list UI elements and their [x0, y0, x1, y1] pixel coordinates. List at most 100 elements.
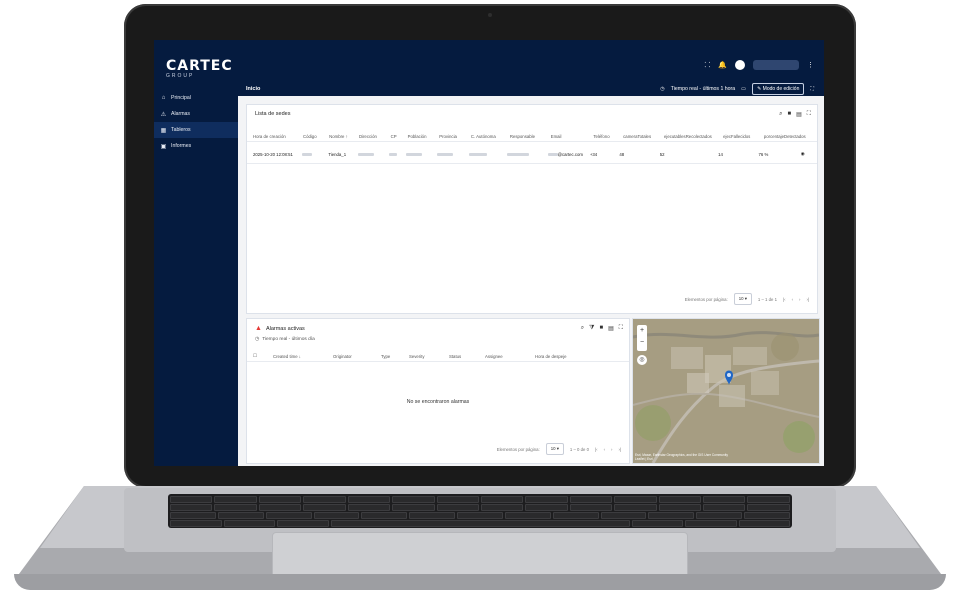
col-header[interactable]: Nombre ↑: [323, 134, 353, 139]
laptop-front-edge: [14, 574, 946, 590]
sidebar-item-tableros[interactable]: ▦ Tableros: [154, 122, 238, 138]
export-icon[interactable]: ▤: [608, 325, 614, 332]
sidebar-item-principal[interactable]: ⌂ Principal: [154, 90, 238, 106]
pager-range: 1 – 0 de 0: [569, 446, 589, 452]
col-header[interactable]: Originator: [327, 354, 375, 359]
cell-fallecidos: 14: [718, 151, 723, 157]
cell-porcentaje: 76 %: [758, 151, 769, 157]
col-header[interactable]: Assignee: [479, 354, 529, 359]
page-size-select[interactable]: 10 ▾: [733, 293, 752, 305]
table-row[interactable]: 2025-10-20 12:08:51 Tienda_1 @cartec.com…: [247, 145, 817, 164]
pager-range: 1 – 1 de 1: [757, 296, 777, 302]
col-header[interactable]: Hora de despeje: [529, 354, 591, 359]
edit-mode-label: Modo de edición: [762, 86, 800, 92]
map-locate-button[interactable]: ◎: [637, 355, 647, 365]
col-header[interactable]: cameraTotales: [617, 134, 658, 139]
columns-icon[interactable]: ■: [600, 325, 604, 332]
dashboard-subbar: Inicio ◷ Tiempo real - últimos 1 hora ▭ …: [238, 82, 824, 96]
cell-recolectados: 52: [659, 151, 665, 157]
col-header[interactable]: Dirección: [353, 134, 385, 139]
cell-responsible: [501, 152, 541, 157]
prev-page-icon[interactable]: ‹: [792, 297, 793, 302]
cell-name: Tienda_1: [328, 151, 347, 157]
layout-icon[interactable]: ▭: [741, 86, 746, 92]
edit-mode-button[interactable]: ✎ Modo de edición: [752, 83, 805, 95]
col-header[interactable]: Hora de creación: [247, 134, 297, 139]
last-page-icon[interactable]: ›|: [806, 297, 809, 302]
touchpad[interactable]: [272, 532, 688, 578]
fullscreen-icon[interactable]: ⛶: [810, 86, 814, 93]
map-zoom-controls[interactable]: + −: [637, 325, 647, 351]
col-header[interactable]: Código: [297, 134, 323, 139]
alarms-panel: ▲ Alarmas activas ◷ Tiempo real - último…: [246, 318, 630, 464]
app-screen: CARTEC GROUP ⌂ Principal ⚠ Alarmas ▦ Tab…: [154, 40, 824, 466]
next-page-icon[interactable]: ›: [611, 447, 612, 452]
cell-autonomy: [463, 152, 502, 157]
zoom-in-button[interactable]: +: [637, 325, 647, 337]
col-header[interactable]: Severity: [403, 354, 443, 359]
warning-icon: ⚠: [160, 111, 167, 118]
map-attribution: Esri, Maxar, Earthstar Geographics, and …: [635, 453, 729, 461]
apps-icon[interactable]: ⸬: [704, 61, 710, 70]
select-all-checkbox[interactable]: ☐: [247, 353, 267, 359]
top-right-actions: ⸬ 🔔 ⋮: [704, 60, 814, 70]
col-header[interactable]: Responsable: [504, 134, 545, 139]
user-info: [753, 60, 799, 70]
export-icon[interactable]: ▤: [796, 111, 802, 118]
alert-icon: ▲: [255, 325, 262, 332]
brand-name: CARTEC: [166, 58, 233, 74]
columns-icon[interactable]: ■: [788, 111, 792, 118]
col-header[interactable]: porcentajeDetectados: [758, 134, 817, 139]
sidebar-item-informes[interactable]: ▣ Informes: [154, 138, 238, 154]
col-header[interactable]: Población: [402, 134, 434, 139]
col-header[interactable]: Type: [375, 354, 403, 359]
fullscreen-icon[interactable]: ⛶: [807, 111, 811, 118]
prev-page-icon[interactable]: ‹: [604, 447, 605, 452]
fullscreen-icon[interactable]: ⛶: [619, 325, 623, 332]
filter-icon[interactable]: ⧩: [589, 325, 594, 332]
more-vert-icon[interactable]: ⋮: [807, 61, 814, 69]
dashboard-icon: ▦: [160, 127, 167, 134]
alarms-tools: ⌕ ⧩ ■ ▤ ⛶: [581, 325, 623, 332]
view-icon[interactable]: ◉: [795, 151, 817, 157]
clock-icon: ◷: [660, 86, 665, 92]
col-header[interactable]: Email: [545, 134, 588, 139]
cell-created: 2025-10-20 12:08:51: [253, 151, 293, 157]
col-header[interactable]: Status: [443, 354, 479, 359]
first-page-icon[interactable]: |‹: [783, 297, 786, 302]
col-header[interactable]: CP: [385, 134, 402, 139]
col-header[interactable]: Teléfono: [587, 134, 617, 139]
zoom-out-button[interactable]: −: [637, 337, 647, 349]
map-panel[interactable]: + − ◎ Esri, Maxar, Earthstar Geographics…: [632, 318, 820, 464]
col-header[interactable]: Created time ↓: [267, 354, 327, 359]
search-icon[interactable]: ⌕: [779, 111, 782, 118]
clock-icon: ◷: [255, 337, 260, 342]
realtime-label[interactable]: Tiempo real - últimos 1 hora: [671, 86, 735, 92]
col-header[interactable]: ejecFallecidos: [717, 134, 758, 139]
col-header[interactable]: C. Autónoma: [465, 134, 504, 139]
alarms-subtitle[interactable]: Tiempo real - últimos día: [262, 337, 315, 342]
key-row: [168, 512, 792, 519]
next-page-icon[interactable]: ›: [799, 297, 800, 302]
search-icon[interactable]: ⌕: [581, 325, 584, 332]
col-header[interactable]: Provincia: [433, 134, 465, 139]
first-page-icon[interactable]: |‹: [595, 447, 598, 452]
alarms-empty-message: No se encontraron alarmas: [406, 399, 470, 405]
last-page-icon[interactable]: ›|: [618, 447, 621, 452]
satellite-map[interactable]: [633, 319, 819, 463]
keyboard: [168, 494, 792, 528]
cell-cameras: 48: [619, 151, 625, 157]
logo: CARTEC GROUP: [166, 58, 233, 88]
sidebar-item-label: Tableros: [171, 127, 191, 133]
pager-label: Elementos por página:: [684, 296, 728, 302]
breadcrumb[interactable]: Inicio: [246, 86, 260, 92]
page-size-select[interactable]: 10 ▾: [545, 443, 564, 455]
col-header[interactable]: ejecutablesRecolectados: [658, 134, 717, 139]
alarms-subtitle-wrap: ◷ Tiempo real - últimos día: [255, 337, 315, 342]
notifications-icon[interactable]: 🔔: [718, 61, 727, 69]
cell-address: [352, 152, 383, 157]
sidebar-item-alarmas[interactable]: ⚠ Alarmas: [154, 106, 238, 122]
camera: [488, 13, 492, 17]
avatar[interactable]: [735, 60, 745, 70]
cell-phone: +34: [589, 151, 598, 157]
